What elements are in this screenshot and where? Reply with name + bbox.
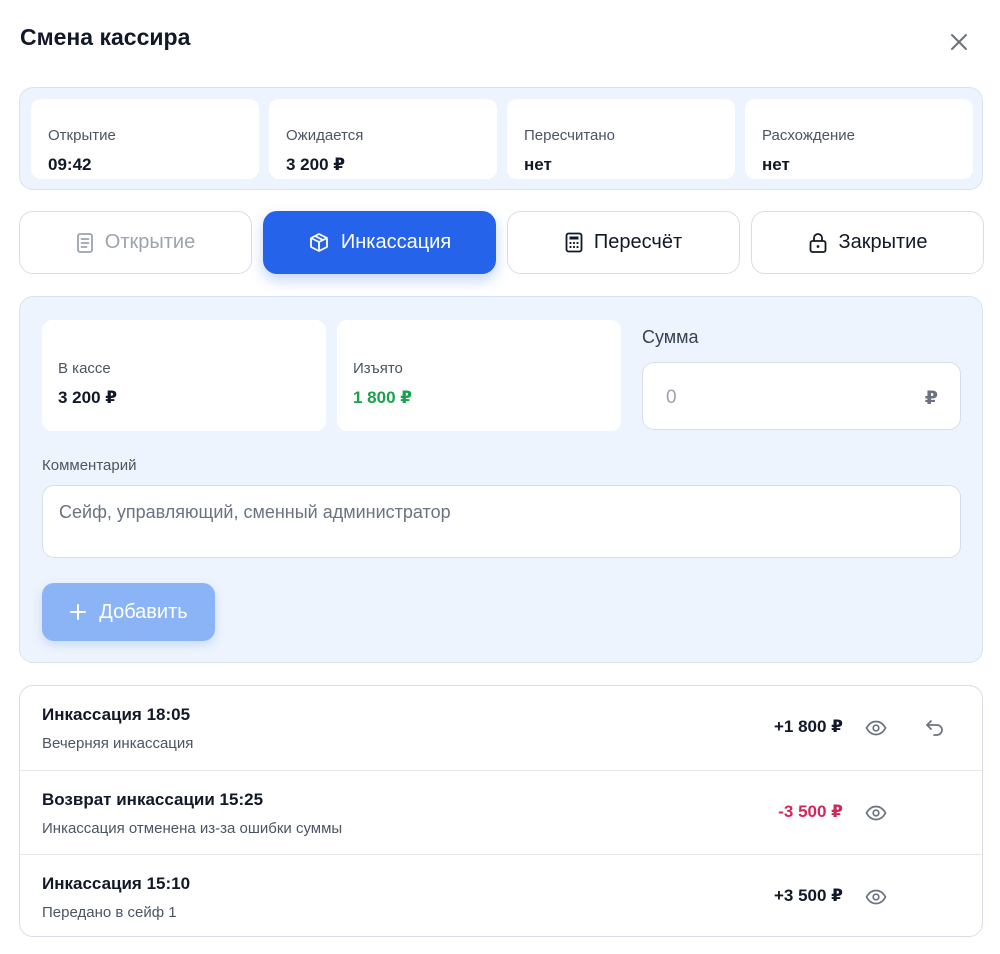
undo-icon [926,720,943,736]
lock-icon [809,232,826,253]
tab-closing[interactable]: Закрытие [751,211,984,274]
withdrawn-value: 1 800 ₽ [353,388,413,407]
sum-input[interactable]: 0 ₽ [642,362,961,430]
tab-label: Открытие [104,231,196,253]
dialog-title: Смена кассира [20,24,191,50]
stat-discrepancy: Расхождение нет [745,99,973,179]
stat-value: 09:42 [48,155,92,174]
in-cash-card: В кассе 3 200 ₽ [42,320,326,431]
plus-icon [70,604,87,620]
view-button[interactable] [864,886,888,908]
list-item: Инкассация 18:05 Вечерняя инкассация +1 … [20,686,982,770]
entry-title: Инкассация 18:05 [42,705,191,724]
stat-label: Расхождение [762,127,855,144]
ruble-icon: ₽ [924,388,938,409]
withdrawn-label: Изъято [353,360,403,377]
stat-opening: Открытие 09:42 [31,99,259,179]
entry-title: Возврат инкассации 15:25 [42,790,264,809]
withdrawn-card: Изъято 1 800 ₽ [337,320,621,431]
eye-icon [865,889,887,905]
view-button[interactable] [864,717,888,739]
undo-button[interactable] [923,717,947,739]
entry-subtitle: Вечерняя инкассация [42,735,194,752]
entry-amount: +3 500 ₽ [773,886,843,905]
document-icon [76,232,93,253]
collection-panel: В кассе 3 200 ₽ Изъято 1 800 ₽ Сумма 0 ₽… [19,296,983,663]
list-item: Инкассация 15:10 Передано в сейф 1 +3 50… [20,854,982,936]
add-button-label: Добавить [99,600,188,623]
tab-label: Пересчёт [593,231,683,253]
tab-label: Инкассация [340,231,452,253]
stat-label: Открытие [48,127,116,144]
stat-label: Пересчитано [524,127,616,144]
calculator-icon [565,232,583,253]
tab-recount[interactable]: Пересчёт [507,211,740,274]
shift-stats: Открытие 09:42 Ожидается 3 200 ₽ Пересчи… [19,87,983,190]
entry-subtitle: Передано в сейф 1 [42,904,177,921]
in-cash-value: 3 200 ₽ [58,388,118,407]
view-button[interactable] [864,802,888,824]
comment-label: Комментарий [42,457,137,474]
eye-icon [865,805,887,821]
stat-value: нет [762,155,790,174]
tab-label: Закрытие [838,231,928,253]
entry-amount: +1 800 ₽ [773,717,843,736]
eye-icon [865,720,887,736]
add-button[interactable]: Добавить [42,583,215,641]
entry-title: Инкассация 15:10 [42,874,191,893]
in-cash-label: В кассе [58,360,111,377]
comment-placeholder: Сейф, управляющий, сменный администратор [59,502,451,522]
tab-collection[interactable]: Инкассация [263,211,496,274]
sum-label: Сумма [642,327,699,347]
stat-value: нет [524,155,552,174]
entry-amount: -3 500 ₽ [778,802,843,821]
stat-label: Ожидается [286,127,364,144]
box-icon [309,232,328,252]
close-button[interactable] [944,27,974,57]
tab-opening[interactable]: Открытие [19,211,252,274]
list-item: Возврат инкассации 15:25 Инкассация отме… [20,770,982,854]
stat-expected: Ожидается 3 200 ₽ [269,99,497,179]
collection-list: Инкассация 18:05 Вечерняя инкассация +1 … [19,685,983,937]
close-icon [951,34,967,50]
stat-recounted: Пересчитано нет [507,99,735,179]
stat-value: 3 200 ₽ [286,155,346,174]
comment-input[interactable]: Сейф, управляющий, сменный администратор [42,485,961,558]
entry-subtitle: Инкассация отменена из-за ошибки суммы [42,820,343,837]
sum-placeholder: 0 [666,387,677,408]
